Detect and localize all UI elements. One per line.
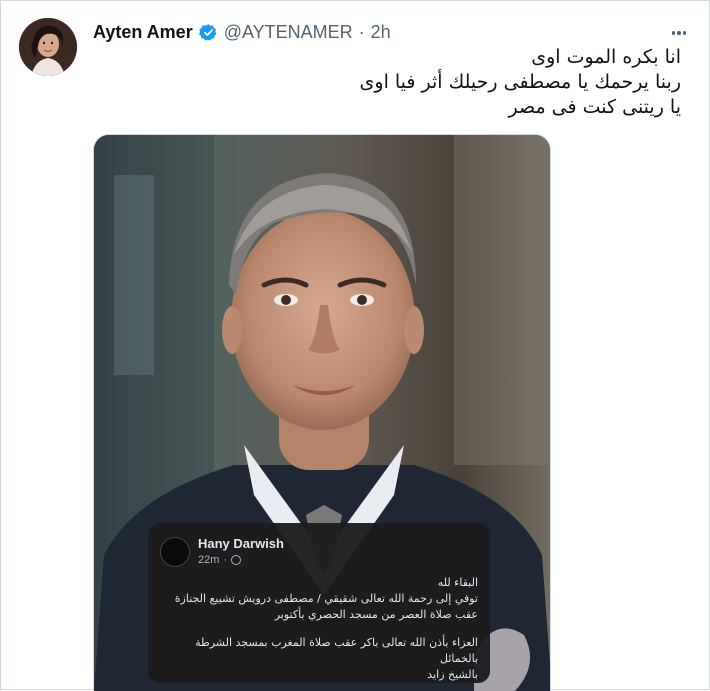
author-avatar[interactable] xyxy=(19,18,77,76)
facebook-post-text: البقاء لله توفي إلى رحمة الله تعالى شقيق… xyxy=(158,575,478,683)
tweet-line: يا ريتنى كنت فى مصر xyxy=(508,96,682,118)
author-handle[interactable]: @AYTENAMER xyxy=(224,22,353,43)
facebook-meta-separator: · xyxy=(223,554,228,566)
author-name[interactable]: Ayten Amer xyxy=(93,22,193,43)
more-options-icon[interactable] xyxy=(669,23,689,43)
facebook-post-line: بالشيخ زايد xyxy=(427,668,478,681)
verified-badge-icon xyxy=(198,23,218,42)
tweet-header: Ayten Amer @AYTENAMER · 2h xyxy=(93,19,391,45)
tweet-timestamp[interactable]: 2h xyxy=(371,22,391,43)
tweet-text: انا بكره الموت اوى ربنا يرحمك يا مصطفى ر… xyxy=(161,45,681,120)
facebook-post-line: بالخمائل xyxy=(440,652,478,665)
globe-icon xyxy=(231,555,242,565)
facebook-post-meta: 22m · xyxy=(198,554,242,566)
facebook-post-screenshot: Hany Darwish 22m · البقاء لله توفي إلى ر… xyxy=(148,523,490,683)
facebook-post-spacer xyxy=(158,623,478,635)
facebook-post-line: العزاء بأذن الله تعالى باكر عقب صلاة الم… xyxy=(195,636,478,649)
facebook-post-line: توفي إلى رحمة الله تعالى شقيقي / مصطفى د… xyxy=(174,592,478,605)
facebook-author-avatar xyxy=(160,537,190,567)
tweet-line: انا بكره الموت اوى xyxy=(531,46,681,68)
facebook-author-name: Hany Darwish xyxy=(198,536,284,551)
avatar-image xyxy=(19,18,77,76)
facebook-post-line: البقاء لله xyxy=(437,576,478,589)
facebook-post-line: عقب صلاة العصر من مسجد الحصري بأكتوبر xyxy=(274,608,478,621)
tweet-media-image[interactable]: Hany Darwish 22m · البقاء لله توفي إلى ر… xyxy=(93,134,551,691)
tweet-card[interactable]: Ayten Amer @AYTENAMER · 2h انا بكره المو… xyxy=(0,0,710,691)
header-separator: · xyxy=(358,21,365,42)
tweet-line: ربنا يرحمك يا مصطفى رحيلك أثر فيا اوى xyxy=(359,71,681,93)
facebook-post-time: 22m xyxy=(198,554,220,566)
